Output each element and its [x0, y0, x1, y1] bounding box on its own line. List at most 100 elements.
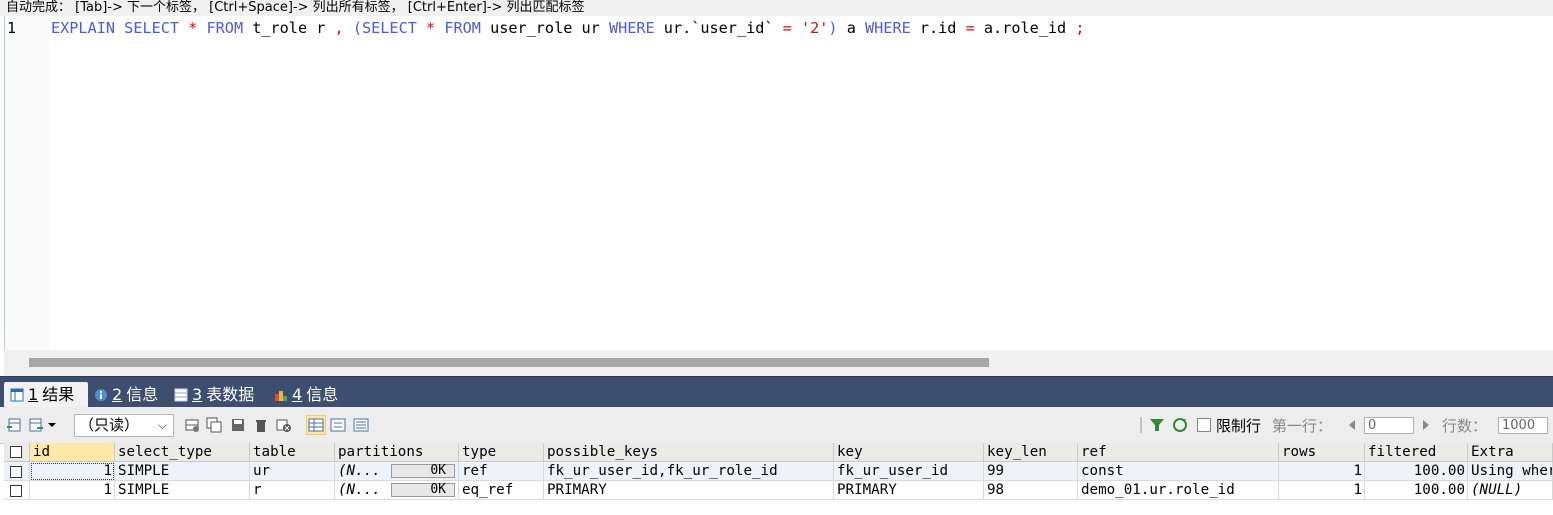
save-icon[interactable]	[230, 417, 246, 433]
grid-icon	[10, 388, 24, 402]
prev-page-icon[interactable]	[1347, 417, 1357, 433]
chevron-down-icon[interactable]	[46, 417, 58, 433]
cell-type[interactable]: ref	[459, 462, 544, 481]
cancel-changes-icon[interactable]	[276, 417, 292, 433]
results-grid: id select_type table partitions type pos…	[4, 443, 1553, 515]
sql-token: FROM	[444, 19, 481, 37]
cell-ref[interactable]: const	[1078, 462, 1279, 481]
insert-row-icon[interactable]	[184, 417, 200, 433]
next-page-icon[interactable]	[1421, 417, 1431, 433]
cell-table[interactable]: ur	[250, 462, 335, 481]
tab-table-data[interactable]: 3 表数据	[168, 382, 266, 408]
cell-ref[interactable]: demo_01.ur.role_id	[1078, 481, 1279, 500]
column-header-filtered[interactable]: filtered	[1365, 443, 1468, 462]
info-icon	[95, 389, 107, 401]
cell-possible-keys[interactable]: PRIMARY	[544, 481, 834, 500]
sql-token: *	[188, 19, 198, 37]
cell-rows[interactable]: 1	[1279, 462, 1365, 481]
autocomplete-hint-text: 自动完成： [Tab]-> 下一个标签， [Ctrl+Space]-> 列出所有…	[6, 0, 585, 15]
cell-key[interactable]: PRIMARY	[834, 481, 984, 500]
cell-key-len[interactable]: 98	[984, 481, 1078, 500]
first-row-input[interactable]: 0	[1364, 417, 1414, 434]
cell-extra[interactable]: Using where	[1468, 462, 1553, 481]
table-icon	[174, 388, 188, 402]
sql-token: WHERE	[608, 19, 655, 37]
cell-filtered[interactable]: 100.00	[1365, 481, 1468, 500]
horizontal-scrollbar[interactable]	[4, 350, 1553, 376]
blob-size-indicator: 0K	[391, 483, 455, 497]
sql-token: ur.`user_id`	[654, 19, 783, 37]
tab-info-4[interactable]: 4 信息	[268, 382, 350, 408]
row-checkbox[interactable]	[10, 485, 22, 497]
sql-token: user_role ur	[480, 19, 609, 37]
readonly-select[interactable]: （只读） ⌵	[74, 414, 174, 437]
cell-id[interactable]: 1	[30, 481, 115, 500]
table-row[interactable]: 1 SIMPLE ur (N... 0K ref fk_ur_user_id,f…	[4, 462, 1553, 481]
cell-select-type[interactable]: SIMPLE	[115, 481, 250, 500]
sql-token: =	[782, 19, 792, 37]
tab-number: 3	[192, 385, 203, 404]
tab-results[interactable]: 1 结果	[4, 382, 88, 408]
column-header-id[interactable]: id	[30, 443, 115, 462]
cell-key[interactable]: fk_ur_user_id	[834, 462, 984, 481]
sql-token: ;	[1075, 19, 1085, 37]
code-line[interactable]: EXPLAIN SELECT * FROM t_role r , (SELECT…	[51, 18, 1085, 38]
autocomplete-hint-bar: 自动完成： [Tab]-> 下一个标签， [Ctrl+Space]-> 列出所有…	[0, 0, 1553, 16]
column-header-possible-keys[interactable]: possible_keys	[544, 443, 834, 462]
cell-partitions[interactable]: (N... 0K	[335, 481, 459, 500]
column-header-type[interactable]: type	[459, 443, 544, 462]
column-header-key[interactable]: key	[834, 443, 984, 462]
cell-id[interactable]: 1	[30, 462, 115, 481]
cell-possible-keys[interactable]: fk_ur_user_id,fk_ur_role_id	[544, 462, 834, 481]
row-checkbox[interactable]	[10, 466, 22, 478]
column-header-partitions[interactable]: partitions	[335, 443, 459, 462]
sql-token: *	[426, 19, 436, 37]
tab-number: 1	[28, 385, 39, 404]
column-header-table[interactable]: table	[250, 443, 335, 462]
export-icon[interactable]	[28, 417, 44, 433]
column-header-extra[interactable]: Extra	[1468, 443, 1553, 462]
limit-rows-label: 限制行	[1216, 417, 1262, 435]
table-row[interactable]: 1 SIMPLE r (N... 0K eq_ref PRIMARY PRIMA…	[4, 481, 1553, 500]
cell-extra[interactable]: (NULL)	[1468, 481, 1553, 500]
sql-token: EXPLAIN	[51, 19, 116, 37]
filter-icon[interactable]	[1149, 417, 1165, 433]
column-header-rows[interactable]: rows	[1279, 443, 1365, 462]
cell-table[interactable]: r	[250, 481, 335, 500]
grid-view-icon[interactable]	[306, 415, 326, 435]
cell-select-type[interactable]: SIMPLE	[115, 462, 250, 481]
scrollbar-thumb[interactable]	[29, 358, 989, 367]
tab-info-2[interactable]: 2 信息	[88, 382, 170, 408]
cell-partitions[interactable]: (N... 0K	[335, 462, 459, 481]
sql-token: )	[828, 19, 838, 37]
sql-token: (	[352, 19, 362, 37]
form-view-icon[interactable]	[330, 417, 346, 433]
import-icon[interactable]	[6, 417, 22, 433]
delete-icon[interactable]	[253, 417, 269, 433]
select-all-checkbox[interactable]	[10, 446, 22, 458]
cell-rows[interactable]: 1	[1279, 481, 1365, 500]
tab-number: 2	[112, 385, 123, 404]
column-header-key-len[interactable]: key_len	[984, 443, 1078, 462]
column-header-ref[interactable]: ref	[1078, 443, 1279, 462]
duplicate-row-icon[interactable]	[206, 417, 222, 433]
limit-rows-checkbox[interactable]	[1197, 418, 1211, 432]
row-selector[interactable]	[4, 462, 30, 481]
row-count-input[interactable]: 1000	[1498, 417, 1548, 434]
cell-type[interactable]: eq_ref	[459, 481, 544, 500]
cell-key-len[interactable]: 99	[984, 462, 1078, 481]
refresh-icon[interactable]	[1172, 417, 1188, 433]
result-tabs: 1 结果 2 信息 3 表数据 4 信息	[0, 376, 1553, 408]
column-header-select-type[interactable]: select_type	[115, 443, 250, 462]
sql-editor[interactable]: 1 EXPLAIN SELECT * FROM t_role r , (SELE…	[4, 16, 1553, 350]
select-all-header[interactable]	[4, 443, 30, 462]
sql-token: '2'	[800, 19, 829, 37]
tab-label: 表数据	[206, 385, 255, 404]
row-selector[interactable]	[4, 481, 30, 500]
cell-filtered[interactable]: 100.00	[1365, 462, 1468, 481]
text-view-icon[interactable]	[353, 417, 369, 433]
